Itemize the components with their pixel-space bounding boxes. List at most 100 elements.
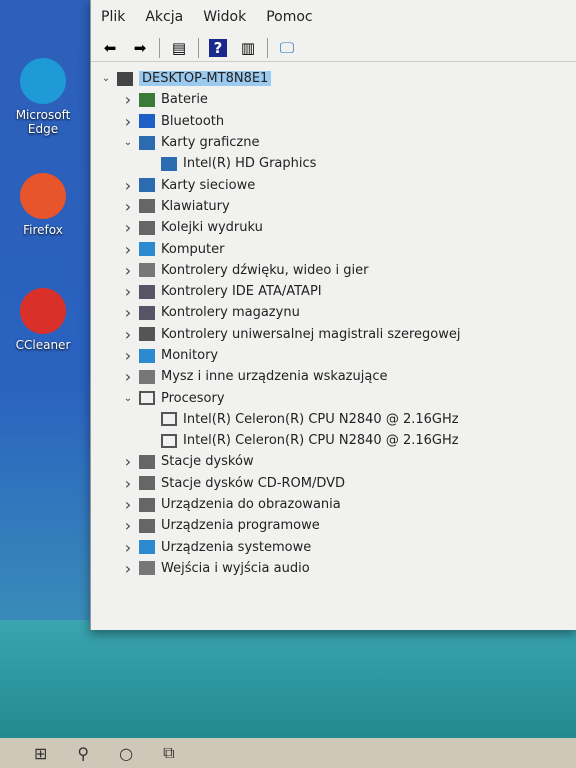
- tree-item-label: Kontrolery magazynu: [161, 305, 300, 321]
- menu-item[interactable]: Akcja: [145, 9, 183, 25]
- tree-item[interactable]: › Urządzenia programowe: [91, 515, 576, 536]
- menu-item[interactable]: Plik: [101, 9, 125, 25]
- device-category-icon: [139, 92, 155, 107]
- tree-item[interactable]: › Kolejki wydruku: [91, 217, 576, 238]
- firefox-icon: [20, 173, 66, 219]
- chevron-right-icon[interactable]: ›: [121, 538, 135, 557]
- chevron-right-icon[interactable]: ›: [121, 176, 135, 195]
- taskbar: ⊞ ⚲ ○ ⧉: [0, 738, 576, 768]
- device-category-icon: [161, 433, 177, 448]
- menu-item[interactable]: Pomoc: [266, 9, 312, 25]
- tree-item-label: Urządzenia systemowe: [161, 539, 312, 555]
- desktop-shortcut[interactable]: Firefox: [8, 173, 78, 237]
- tree-item[interactable]: › Stacje dysków: [91, 451, 576, 472]
- task-view-icon[interactable]: ⧉: [163, 743, 174, 763]
- update-driver-icon: ▥: [240, 38, 256, 57]
- tree-item-label: Komputer: [161, 241, 225, 257]
- help-button[interactable]: ?: [207, 38, 229, 58]
- chevron-right-icon[interactable]: ›: [121, 218, 135, 237]
- tree-item-label: Monitory: [161, 348, 219, 363]
- chevron-right-icon[interactable]: ›: [121, 559, 135, 578]
- menu-item[interactable]: Widok: [203, 9, 246, 25]
- tree-item[interactable]: › Kontrolery uniwersalnej magistrali szer…: [91, 324, 576, 345]
- tree-item[interactable]: › Mysz i inne urządzenia wskazujące: [91, 366, 576, 387]
- chevron-right-icon[interactable]: ›: [121, 495, 135, 514]
- chevron-down-icon[interactable]: ⌄: [121, 393, 135, 404]
- scan-hardware-button[interactable]: 🖵: [276, 38, 298, 58]
- chevron-right-icon[interactable]: ›: [121, 240, 135, 259]
- desktop-shortcut[interactable]: Microsoft Edge: [8, 58, 78, 136]
- menu-bar: Plik Akcja Widok Pomoc: [91, 0, 576, 34]
- device-category-icon: [139, 135, 155, 150]
- device-category-icon: [161, 156, 177, 171]
- tree-item[interactable]: › Monitory: [91, 345, 576, 366]
- chevron-right-icon[interactable]: ›: [121, 282, 135, 301]
- chevron-right-icon[interactable]: ›: [121, 452, 135, 471]
- tree-item[interactable]: Intel(R) Celeron(R) CPU N2840 @ 2.16GHz: [91, 409, 576, 430]
- tree-item[interactable]: › Kontrolery dźwięku, wideo i gier: [91, 260, 576, 281]
- shortcut-label: Microsoft Edge: [15, 108, 71, 136]
- chevron-right-icon[interactable]: ›: [121, 112, 135, 131]
- tree-item-label: Intel(R) Celeron(R) CPU N2840 @ 2.16GHz: [183, 433, 459, 449]
- chevron-right-icon[interactable]: ›: [121, 197, 135, 216]
- device-category-icon: [139, 220, 155, 235]
- device-category-icon: [139, 497, 155, 512]
- chevron-down-icon[interactable]: ⌄: [121, 137, 135, 148]
- properties-button[interactable]: ▤: [168, 38, 190, 58]
- chevron-down-icon[interactable]: ⌄: [99, 73, 113, 84]
- tree-item[interactable]: › Stacje dysków CD-ROM/DVD: [91, 473, 576, 494]
- chevron-right-icon[interactable]: ›: [121, 346, 135, 365]
- device-category-icon: [117, 71, 133, 86]
- update-driver-button[interactable]: ▥: [237, 38, 259, 58]
- chevron-right-icon[interactable]: ›: [121, 261, 135, 280]
- device-category-icon: [139, 178, 155, 193]
- chevron-right-icon[interactable]: ›: [121, 367, 135, 386]
- desktop-shortcut[interactable]: CCleaner: [8, 288, 78, 352]
- toolbar: ⬅ ➡ ▤? ▥ 🖵: [91, 34, 576, 62]
- tree-item[interactable]: ⌄ DESKTOP-MT8N8E1: [91, 68, 576, 89]
- tree-item-label: Intel(R) HD Graphics: [183, 156, 317, 172]
- tree-item-label: Intel(R) Celeron(R) CPU N2840 @ 2.16GHz: [183, 411, 459, 427]
- tree-item-label: Urządzenia programowe: [161, 518, 320, 534]
- tree-item[interactable]: Intel(R) HD Graphics: [91, 153, 576, 174]
- back-arrow-button[interactable]: ⬅: [99, 38, 121, 58]
- device-category-icon: [139, 561, 155, 576]
- tree-item[interactable]: › Urządzenia systemowe: [91, 537, 576, 558]
- tree-item[interactable]: ⌄ Karty graficzne: [91, 132, 576, 153]
- tree-item[interactable]: › Kontrolery magazynu: [91, 302, 576, 323]
- tree-item-label: Kolejki wydruku: [161, 220, 263, 236]
- tree-item[interactable]: › Wejścia i wyjścia audio: [91, 558, 576, 579]
- tree-item[interactable]: › Komputer: [91, 238, 576, 259]
- cortana-icon[interactable]: ○: [119, 744, 133, 763]
- tree-item-label: Kontrolery IDE ATA/ATAPI: [161, 284, 322, 300]
- chevron-right-icon[interactable]: ›: [121, 303, 135, 322]
- device-category-icon: [139, 348, 155, 363]
- chevron-right-icon[interactable]: ›: [121, 474, 135, 493]
- tree-item-label: Stacje dysków: [161, 454, 254, 470]
- chevron-right-icon[interactable]: ›: [121, 90, 135, 109]
- device-category-icon: [139, 114, 155, 129]
- forward-arrow-icon: ➡: [133, 38, 147, 57]
- tree-item-label: Procesory: [161, 390, 225, 406]
- windows-start-icon[interactable]: ⊞: [34, 744, 47, 763]
- tree-item[interactable]: › Urządzenia do obrazowania: [91, 494, 576, 515]
- tree-item[interactable]: › Kontrolery IDE ATA/ATAPI: [91, 281, 576, 302]
- device-category-icon: [139, 369, 155, 384]
- tree-item[interactable]: › Baterie: [91, 89, 576, 110]
- forward-arrow-button[interactable]: ➡: [129, 38, 151, 58]
- device-category-icon: [139, 305, 155, 320]
- tree-item[interactable]: › Klawiatury: [91, 196, 576, 217]
- tree-item-label: Mysz i inne urządzenia wskazujące: [161, 369, 388, 385]
- tree-item-label: Baterie: [161, 92, 208, 108]
- device-category-icon: [139, 476, 155, 491]
- device-category-icon: [139, 518, 155, 533]
- tree-item[interactable]: › Karty sieciowe: [91, 174, 576, 195]
- device-category-icon: [139, 263, 155, 278]
- tree-item[interactable]: Intel(R) Celeron(R) CPU N2840 @ 2.16GHz: [91, 430, 576, 451]
- tree-item[interactable]: › Bluetooth: [91, 111, 576, 132]
- search-icon[interactable]: ⚲: [77, 744, 89, 763]
- shortcut-label: Firefox: [23, 223, 63, 237]
- chevron-right-icon[interactable]: ›: [121, 516, 135, 535]
- chevron-right-icon[interactable]: ›: [121, 325, 135, 344]
- tree-item[interactable]: ⌄ Procesory: [91, 387, 576, 408]
